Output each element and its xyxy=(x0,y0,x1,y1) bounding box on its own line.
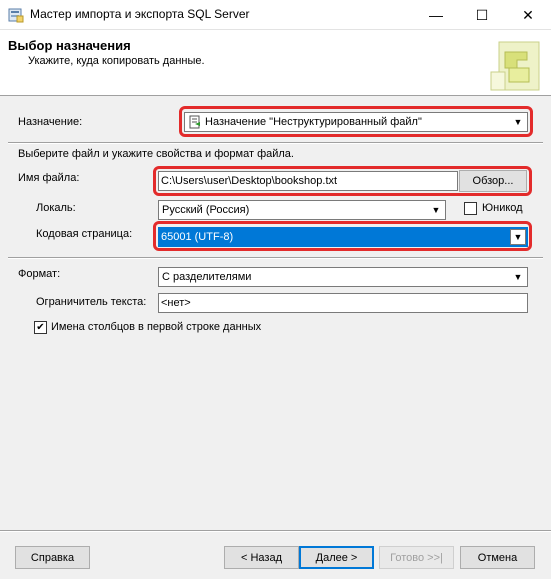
locale-combo[interactable]: Русский (Россия) ▼ xyxy=(158,200,446,220)
next-label: Далее > xyxy=(315,551,358,564)
file-name-label: Имя файла: xyxy=(18,172,80,184)
browse-button[interactable]: Обзор... xyxy=(459,170,527,192)
codepage-label: Кодовая страница: xyxy=(36,228,133,240)
wizard-header: Выбор назначения Укажите, куда копироват… xyxy=(0,30,551,96)
minimize-icon: — xyxy=(429,7,443,23)
chevron-down-icon: ▼ xyxy=(510,114,526,130)
flat-file-icon xyxy=(189,115,200,129)
format-combo[interactable]: С разделителями ▼ xyxy=(158,267,528,287)
divider-light xyxy=(8,143,543,144)
text-qualifier-value: <нет> xyxy=(161,297,191,309)
file-name-value: C:\Users\user\Desktop\bookshop.txt xyxy=(161,175,338,187)
text-qualifier-label: Ограничитель текста: xyxy=(36,296,147,308)
divider-light xyxy=(8,258,543,259)
close-icon: ✕ xyxy=(522,6,534,23)
window-title: Мастер импорта и экспорта SQL Server xyxy=(30,7,250,21)
footer-divider-light xyxy=(0,531,551,532)
codepage-value: 65001 (UTF-8) xyxy=(161,231,234,243)
locale-value: Русский (Россия) xyxy=(162,204,250,216)
text-qualifier-input[interactable]: <нет> xyxy=(158,293,528,313)
page-title: Выбор назначения xyxy=(8,38,131,53)
title-bar: Мастер импорта и экспорта SQL Server — ☐… xyxy=(0,0,551,30)
help-button[interactable]: Справка xyxy=(15,546,90,569)
codepage-combo[interactable]: 65001 (UTF-8) ▼ xyxy=(158,227,528,247)
wizard-icon xyxy=(8,8,24,23)
chevron-down-icon: ▼ xyxy=(510,269,526,285)
browse-label: Обзор... xyxy=(472,175,514,187)
finish-button[interactable]: Готово >>| xyxy=(379,546,454,569)
destination-label: Назначение: xyxy=(18,116,83,128)
format-label: Формат: xyxy=(18,268,61,280)
help-label: Справка xyxy=(30,551,75,564)
unicode-checkbox[interactable] xyxy=(464,202,477,215)
checkmark-icon: ✔ xyxy=(36,321,45,333)
cancel-label: Отмена xyxy=(477,551,518,564)
maximize-icon: ☐ xyxy=(475,6,489,23)
back-button[interactable]: < Назад xyxy=(224,546,299,569)
page-subtitle: Укажите, куда копировать данные. xyxy=(28,55,205,67)
chevron-down-icon: ▼ xyxy=(428,202,444,218)
wizard-graphic-icon xyxy=(490,41,540,91)
destination-combo[interactable]: Назначение "Неструктурированный файл" ▼ xyxy=(184,112,528,132)
next-button[interactable]: Далее > xyxy=(299,546,374,569)
close-button[interactable]: ✕ xyxy=(505,0,551,30)
maximize-button[interactable]: ☐ xyxy=(459,0,505,30)
chevron-down-icon: ▼ xyxy=(510,229,526,245)
unicode-label: Юникод xyxy=(482,202,523,214)
minimize-button[interactable]: — xyxy=(413,0,459,30)
instructions-text: Выберите файл и укажите свойства и форма… xyxy=(18,148,294,160)
file-name-input[interactable]: C:\Users\user\Desktop\bookshop.txt xyxy=(158,171,458,191)
back-label: < Назад xyxy=(241,551,282,564)
locale-label: Локаль: xyxy=(36,202,76,214)
finish-label: Готово >>| xyxy=(390,551,443,564)
format-value: С разделителями xyxy=(162,271,252,283)
column-names-label: Имена столбцов в первой строке данных xyxy=(51,321,262,333)
destination-value: Назначение "Неструктурированный файл" xyxy=(205,116,422,128)
cancel-button[interactable]: Отмена xyxy=(460,546,535,569)
column-names-checkbox[interactable]: ✔ xyxy=(34,321,47,334)
